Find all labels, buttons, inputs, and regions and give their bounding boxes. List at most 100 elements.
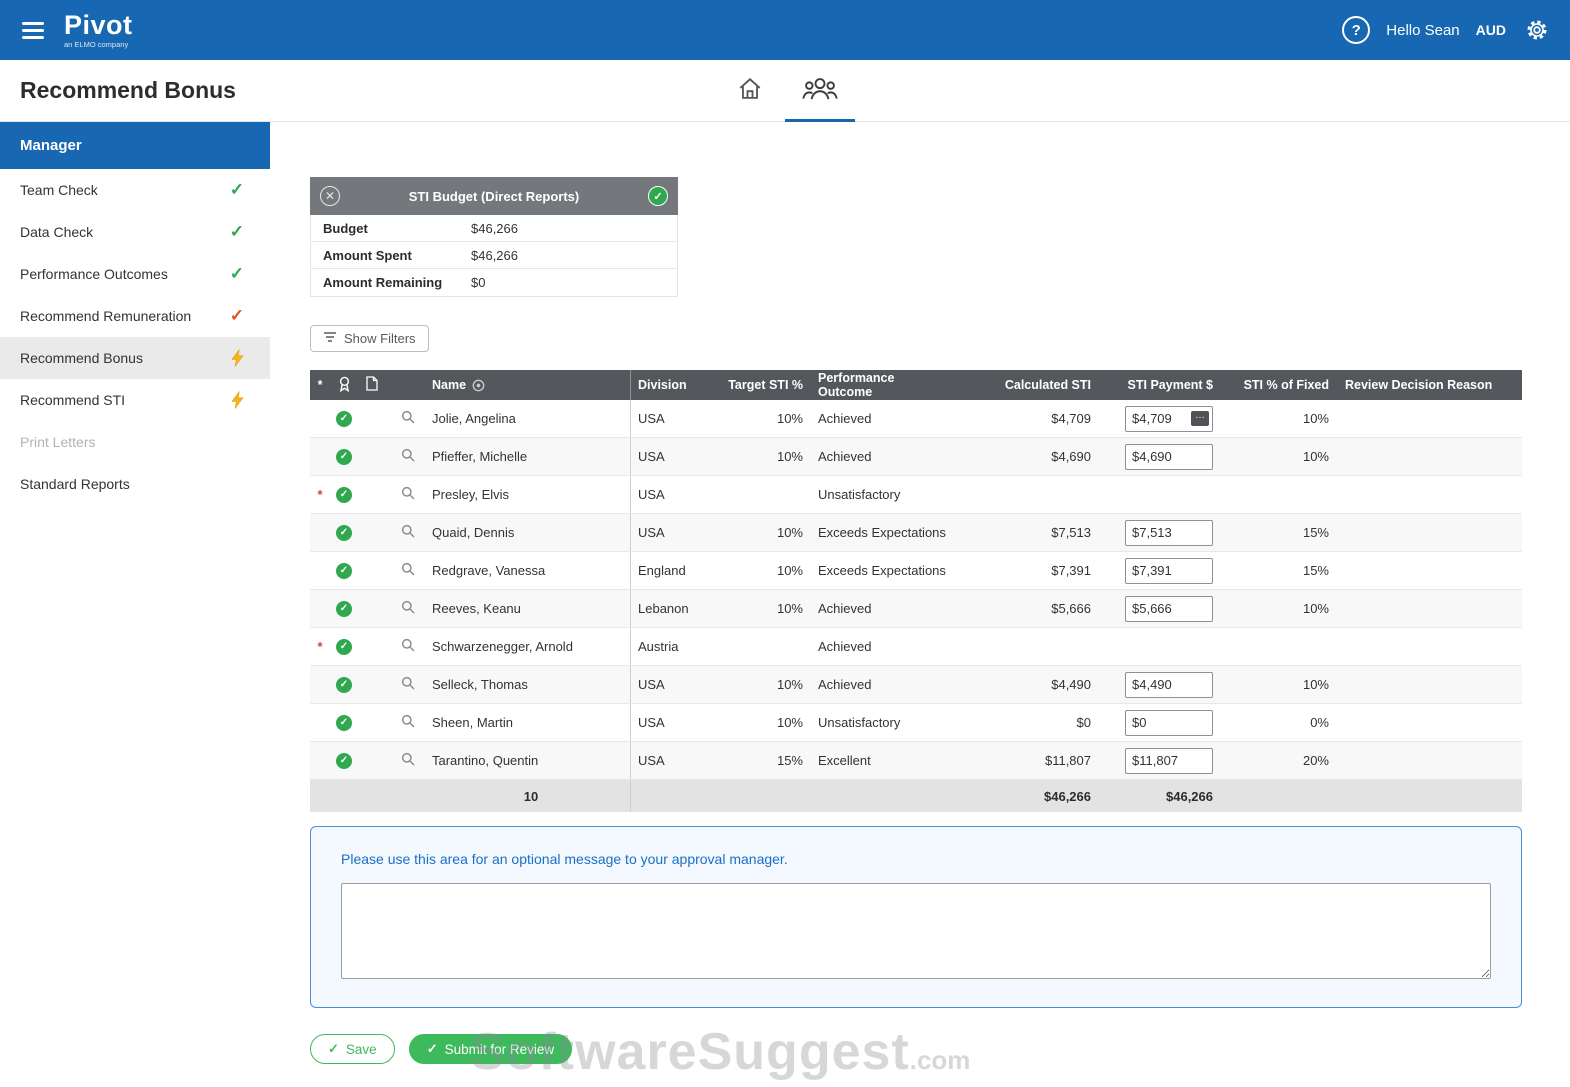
budget-row-label: Budget bbox=[323, 220, 368, 236]
sti-payment-input[interactable] bbox=[1125, 443, 1213, 470]
search-icon[interactable] bbox=[400, 713, 416, 732]
sidebar-item-standard-reports[interactable]: Standard Reports bbox=[0, 463, 270, 505]
circle-filter-icon[interactable] bbox=[472, 379, 485, 392]
performance-outcome-cell: Achieved bbox=[818, 411, 872, 426]
budget-row-label: Amount Remaining bbox=[323, 275, 443, 290]
employee-name: Sheen, Martin bbox=[430, 704, 631, 741]
sti-pct-fixed-column-header[interactable]: STI % of Fixed bbox=[1219, 378, 1337, 392]
save-button[interactable]: ✓ Save bbox=[310, 1034, 395, 1064]
budget-row: Budget $46,266 bbox=[311, 215, 677, 242]
search-icon[interactable] bbox=[400, 675, 416, 694]
division-cell: USA bbox=[638, 677, 665, 692]
target-sti-cell: 10% bbox=[776, 677, 803, 692]
row-status-check-icon: ✓ bbox=[336, 638, 352, 655]
search-icon[interactable] bbox=[400, 485, 416, 504]
division-cell: USA bbox=[638, 525, 665, 540]
sidebar-item-print-letters: Print Letters bbox=[0, 421, 270, 463]
sidebar-item-recommend-sti[interactable]: Recommend STI bbox=[0, 379, 270, 421]
save-label: Save bbox=[345, 1041, 377, 1057]
sti-budget-panel-header: ✕ STI Budget (Direct Reports) ✓ bbox=[310, 177, 678, 215]
search-icon[interactable] bbox=[400, 523, 416, 542]
action-buttons: ✓ Save ✓ Submit for Review bbox=[310, 1034, 1522, 1064]
brand-name: Pivot bbox=[64, 9, 133, 40]
row-status-check-icon: ✓ bbox=[336, 524, 352, 541]
target-sti-cell: 10% bbox=[776, 525, 803, 540]
bonus-table: * Name Division Target STI % Performance… bbox=[310, 370, 1522, 812]
search-icon[interactable] bbox=[400, 599, 416, 618]
sti-payment-input[interactable] bbox=[1125, 671, 1213, 698]
sti-payment-column-header[interactable]: STI Payment $ bbox=[1097, 378, 1219, 392]
gear-icon[interactable] bbox=[1522, 15, 1552, 45]
performance-outcome-cell: Unsatisfactory bbox=[818, 715, 901, 730]
performance-outcome-cell: Achieved bbox=[818, 601, 872, 616]
sidebar-item-label: Print Letters bbox=[20, 434, 96, 450]
ellipsis-button[interactable]: … bbox=[1191, 411, 1209, 426]
sidebar-item-team-check[interactable]: Team Check ✓ bbox=[0, 169, 270, 211]
tab-team[interactable] bbox=[785, 60, 855, 122]
calculated-sti-cell: $11,807 bbox=[1044, 753, 1091, 768]
sti-payment-total: $46,266 bbox=[1166, 788, 1213, 804]
division-cell: USA bbox=[638, 449, 665, 464]
table-row: ✓ Selleck, Thomas USA 10% Achieved $4,49… bbox=[310, 666, 1522, 704]
sidebar-item-data-check[interactable]: Data Check ✓ bbox=[0, 211, 270, 253]
sidebar-item-recommend-remuneration[interactable]: Recommend Remuneration ✓ bbox=[0, 295, 270, 337]
search-icon[interactable] bbox=[400, 561, 416, 580]
employee-name: Jolie, Angelina bbox=[430, 400, 631, 437]
required-column-header: * bbox=[317, 378, 323, 392]
sti-payment-input[interactable] bbox=[1125, 595, 1213, 622]
employee-name: Reeves, Keanu bbox=[430, 590, 631, 627]
calculated-sti-cell: $7,391 bbox=[1051, 563, 1091, 578]
row-status-check-icon: ✓ bbox=[336, 410, 352, 427]
brand-logo: Pivot an ELMO company bbox=[64, 9, 133, 49]
sti-pct-fixed-cell: 20% bbox=[1302, 753, 1329, 768]
sidebar-item-label: Recommend Bonus bbox=[20, 350, 143, 366]
row-status-check-icon: ✓ bbox=[336, 562, 352, 579]
row-status-check-icon: ✓ bbox=[336, 448, 352, 465]
calculated-sti-column-header[interactable]: Calculated STI bbox=[949, 378, 1097, 392]
hamburger-menu-icon[interactable] bbox=[18, 18, 48, 43]
review-decision-reason-column-header[interactable]: Review Decision Reason bbox=[1337, 378, 1522, 392]
performance-outcome-cell: Exceeds Expectations bbox=[818, 563, 946, 578]
tab-home[interactable] bbox=[715, 60, 785, 122]
division-column-header[interactable]: Division bbox=[631, 378, 727, 392]
approval-message-prompt: Please use this area for an optional mes… bbox=[341, 851, 788, 867]
sti-pct-fixed-cell: 10% bbox=[1302, 449, 1329, 464]
calculated-sti-cell: $4,490 bbox=[1051, 677, 1091, 692]
approval-message-textarea[interactable] bbox=[341, 883, 1491, 979]
division-cell: Lebanon bbox=[638, 601, 689, 616]
check-icon: ✓ bbox=[229, 306, 244, 325]
check-icon: ✓ bbox=[229, 222, 244, 241]
close-icon[interactable]: ✕ bbox=[320, 186, 340, 206]
performance-outcome-column-header[interactable]: Performance Outcome bbox=[809, 371, 949, 399]
target-sti-cell: 10% bbox=[776, 715, 803, 730]
submit-for-review-button[interactable]: ✓ Submit for Review bbox=[408, 1034, 573, 1064]
filter-icon bbox=[323, 331, 337, 346]
sidebar-item-label: Recommend STI bbox=[20, 392, 126, 408]
employee-name: Tarantino, Quentin bbox=[430, 742, 631, 779]
employee-name: Presley, Elvis bbox=[430, 476, 631, 513]
help-icon[interactable]: ? bbox=[1342, 16, 1371, 44]
sti-payment-input[interactable] bbox=[1125, 519, 1213, 546]
currency-selector[interactable]: AUD bbox=[1476, 22, 1506, 38]
calculated-sti-cell: $4,690 bbox=[1051, 449, 1091, 464]
sidebar-item-recommend-bonus[interactable]: Recommend Bonus bbox=[0, 337, 270, 379]
search-icon[interactable] bbox=[400, 751, 416, 770]
document-column-header bbox=[358, 376, 386, 394]
target-sti-column-header[interactable]: Target STI % bbox=[727, 378, 809, 392]
sidebar-item-label: Data Check bbox=[20, 224, 94, 240]
sti-payment-input[interactable] bbox=[1125, 557, 1213, 584]
search-icon[interactable] bbox=[400, 447, 416, 466]
search-icon[interactable] bbox=[400, 637, 416, 656]
sidebar-item-label: Recommend Remuneration bbox=[20, 308, 192, 324]
show-filters-button[interactable]: Show Filters bbox=[310, 325, 429, 352]
name-column-header[interactable]: Name bbox=[430, 370, 631, 400]
sidebar-item-label: Standard Reports bbox=[20, 476, 130, 492]
row-status-check-icon: ✓ bbox=[336, 600, 352, 617]
sidebar-item-performance-outcomes[interactable]: Performance Outcomes ✓ bbox=[0, 253, 270, 295]
search-icon[interactable] bbox=[400, 409, 416, 428]
row-status-check-icon: ✓ bbox=[336, 752, 352, 769]
sti-payment-input[interactable] bbox=[1125, 709, 1213, 736]
target-sti-cell: 10% bbox=[776, 449, 803, 464]
sti-payment-input[interactable] bbox=[1125, 747, 1213, 774]
approval-message-panel: Please use this area for an optional mes… bbox=[310, 826, 1522, 1008]
